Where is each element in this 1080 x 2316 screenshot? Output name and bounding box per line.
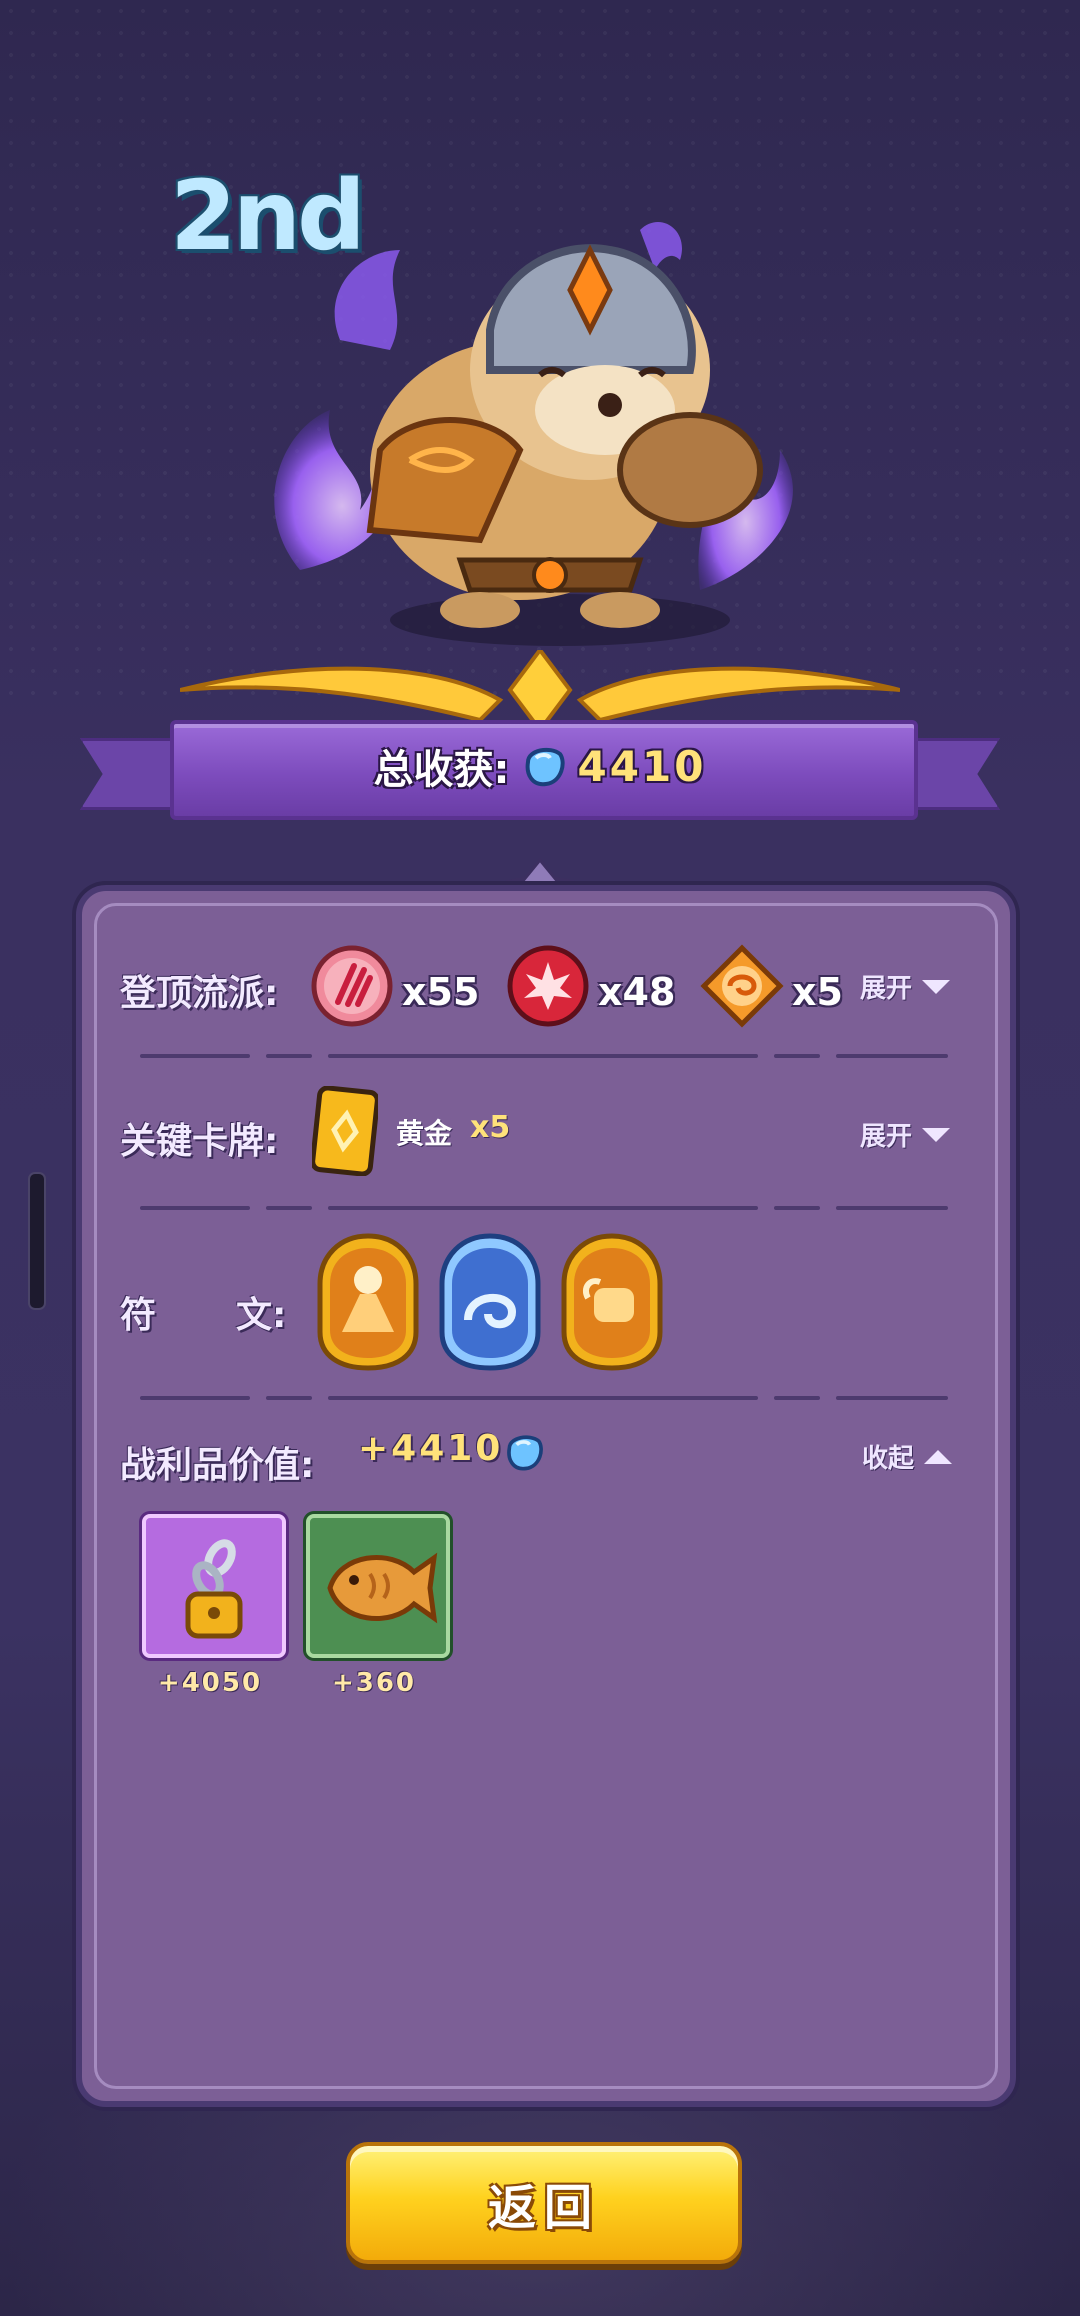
gold-card-icon: [312, 1086, 378, 1176]
blue-gem-icon: [507, 1435, 543, 1471]
loot-collapse-label: 收起: [862, 1444, 915, 1474]
burst-explosion-icon: [507, 945, 589, 1027]
loot-item-taiyaki-fish[interactable]: [306, 1514, 450, 1658]
fire-swirl-icon: [700, 944, 784, 1028]
key-card-count: x5: [470, 1110, 511, 1145]
hero-bear-warrior-illustration: [274, 221, 793, 646]
water-splash-rune-icon: [439, 1233, 541, 1371]
total-harvest-value: 4410: [577, 741, 707, 791]
volcano-rune-icon: [317, 1233, 419, 1371]
build-item-2-count: x48: [598, 970, 676, 1014]
chevron-down-icon: [922, 1127, 951, 1142]
build-item-1-count: x55: [402, 970, 480, 1014]
key-card-name: 黄金: [396, 1117, 453, 1150]
key-card-expand-label: 展开: [860, 1122, 913, 1152]
chevron-up-icon: [924, 1449, 953, 1464]
total-harvest-row: 总收获: 4410: [80, 720, 1000, 812]
runes-row-label-left: 符: [120, 1295, 157, 1336]
taiyaki-fish-icon: [327, 1552, 438, 1624]
golden-fist-rune-icon: [561, 1233, 663, 1371]
results-panel-border: [94, 903, 998, 2089]
chain-padlock-icon: [185, 1539, 243, 1639]
key-card-row-label: 关键卡牌:: [120, 1121, 279, 1162]
side-drag-handle[interactable]: [28, 1172, 46, 1310]
total-harvest-label: 总收获:: [373, 747, 510, 793]
loot-item-2-value: +360: [331, 1668, 417, 1698]
return-button[interactable]: 返回: [346, 2142, 742, 2264]
loot-total-value: +4410: [358, 1428, 504, 1469]
key-card-expand-toggle[interactable]: 展开: [860, 1116, 951, 1153]
gold-wings-ornament: [180, 650, 900, 730]
row-divider-3: [140, 1396, 950, 1400]
blue-gem-icon: [525, 747, 565, 787]
loot-item-1-value: +4050: [157, 1668, 263, 1698]
build-expand-toggle[interactable]: 展开: [860, 968, 951, 1005]
claw-slash-icon: [311, 945, 393, 1027]
runes-row-label-right: 文:: [236, 1295, 287, 1336]
row-divider-2: [140, 1206, 950, 1210]
build-item-3-count: x5: [792, 970, 843, 1014]
loot-row-label: 战利品价值:: [120, 1445, 315, 1486]
build-row-label: 登顶流派:: [120, 973, 279, 1014]
build-expand-label: 展开: [860, 974, 913, 1004]
return-button-label: 返回: [487, 2180, 600, 2236]
total-harvest-banner: 总收获: 4410: [80, 720, 1000, 820]
loot-collapse-toggle[interactable]: 收起: [862, 1438, 953, 1475]
results-panel: [76, 885, 1016, 2107]
loot-item-chain-padlock[interactable]: [142, 1514, 286, 1658]
row-divider-1: [140, 1054, 950, 1058]
chevron-down-icon: [922, 979, 951, 994]
